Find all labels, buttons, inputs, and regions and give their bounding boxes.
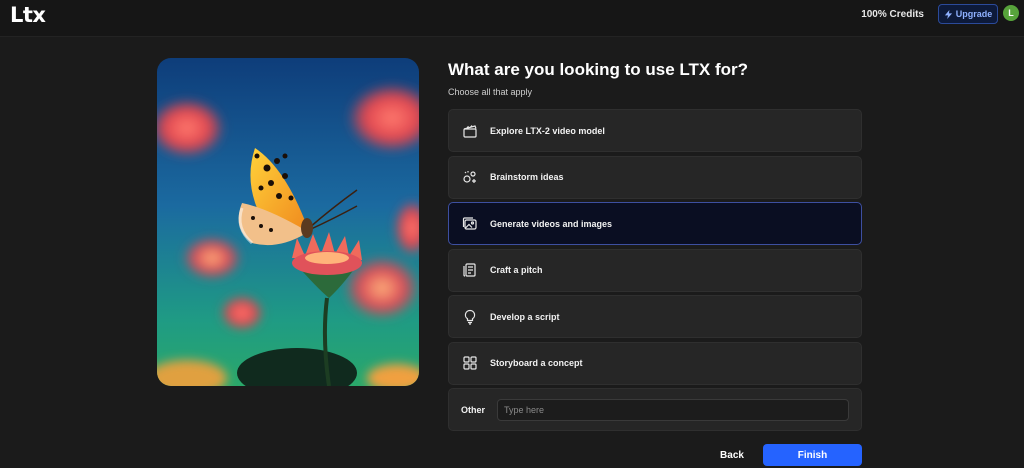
ltx-logo[interactable]: Ltx <box>10 3 46 27</box>
avatar[interactable]: L <box>1003 5 1019 21</box>
finish-button[interactable]: Finish <box>763 444 862 466</box>
document-icon <box>461 261 479 279</box>
option-label: Storyboard a concept <box>490 358 583 368</box>
option-other: Other <box>448 388 862 431</box>
lightbulb-icon <box>461 308 479 326</box>
back-button[interactable]: Back <box>712 444 752 466</box>
lightning-icon <box>944 9 952 19</box>
use-case-options: Explore LTX-2 video model Brainstorm ide… <box>448 109 862 431</box>
option-label: Explore LTX-2 video model <box>490 125 605 136</box>
image-icon <box>461 215 479 233</box>
option-develop-script[interactable]: Develop a script <box>448 295 862 338</box>
top-bar: Ltx 100% Credits Upgrade L <box>0 0 1024 37</box>
option-craft-pitch[interactable]: Craft a pitch <box>448 248 862 292</box>
sparkle-ideas-icon <box>461 168 479 186</box>
upgrade-label: Upgrade <box>955 9 993 19</box>
option-label: Develop a script <box>490 311 560 322</box>
page-subtitle: Choose all that apply <box>448 87 533 97</box>
option-label: Brainstorm ideas <box>490 172 564 182</box>
credits-indicator: 100% Credits <box>861 9 924 20</box>
other-text-input[interactable] <box>497 398 849 421</box>
option-label: Craft a pitch <box>490 265 543 275</box>
option-explore-ltx2[interactable]: Explore LTX-2 video model <box>448 109 862 152</box>
clapperboard-icon <box>461 122 479 140</box>
upgrade-button[interactable]: Upgrade <box>938 4 998 24</box>
option-generate-videos-images[interactable]: Generate videos and images <box>448 202 862 245</box>
hero-image-butterfly <box>157 58 419 386</box>
grid-icon <box>461 354 479 372</box>
option-label: Generate videos and images <box>490 218 613 229</box>
page-title: What are you looking to use LTX for? <box>448 60 749 79</box>
option-brainstorm-ideas[interactable]: Brainstorm ideas <box>448 155 862 199</box>
other-label: Other <box>461 404 486 415</box>
option-storyboard-concept[interactable]: Storyboard a concept <box>448 341 862 385</box>
